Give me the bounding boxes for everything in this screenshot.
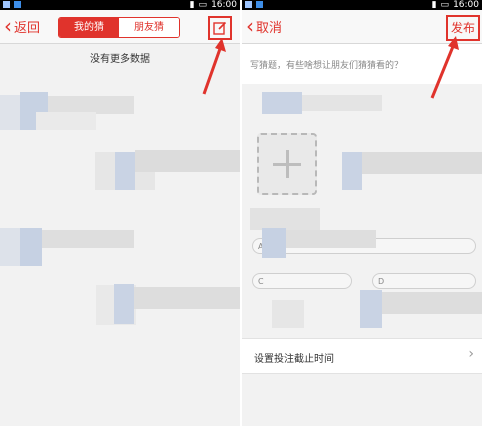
blurred-content <box>20 228 42 266</box>
tab-my-guesses[interactable]: 我的猜 <box>59 18 119 37</box>
blurred-content <box>302 95 382 111</box>
status-bar: ▮ ▭ 16:00 <box>242 0 482 10</box>
status-icon <box>14 1 21 8</box>
left-screen: ▮ ▭ 16:00 ‹ 返回 我的猜 朋友猜 没有更多数据 <box>0 0 240 426</box>
blurred-content <box>42 230 134 248</box>
blurred-content <box>262 228 286 258</box>
deadline-setting-row[interactable]: 设置投注截止时间 › <box>242 338 482 374</box>
annotation-arrow <box>202 38 226 95</box>
option-c-field[interactable]: C <box>252 273 352 289</box>
question-placeholder: 写猜题，有些啥想让朋友们猜猜看的？ <box>250 61 404 71</box>
chevron-left-icon: ‹ <box>4 14 12 38</box>
status-time: 16:00 <box>453 0 479 10</box>
back-button[interactable]: ‹ 返回 <box>4 16 40 36</box>
add-photo-button[interactable] <box>257 133 317 195</box>
chevron-left-icon: ‹ <box>246 14 254 38</box>
battery-icon: ▭ <box>440 0 450 10</box>
option-d-field[interactable]: D <box>372 273 476 289</box>
blurred-content <box>286 230 376 248</box>
blurred-content <box>362 152 482 174</box>
blurred-content <box>36 112 96 130</box>
blurred-content <box>115 152 135 190</box>
blurred-content <box>0 95 20 130</box>
chevron-right-icon: › <box>468 346 474 362</box>
plus-icon <box>286 150 289 178</box>
blurred-content <box>360 290 382 328</box>
back-label: 返回 <box>14 20 41 36</box>
battery-icon: ▭ <box>198 0 208 10</box>
blurred-content <box>0 228 20 266</box>
status-bar: ▮ ▭ 16:00 <box>0 0 240 10</box>
signal-icon: ▮ <box>189 0 195 10</box>
cancel-button[interactable]: ‹ 取消 <box>246 16 282 36</box>
blurred-content <box>262 92 302 114</box>
right-screen: ▮ ▭ 16:00 ‹ 取消 发布 写猜题，有些啥想让朋友们猜猜看的？ A C … <box>242 0 482 426</box>
blurred-content <box>250 208 320 230</box>
deadline-label: 设置投注截止时间 <box>254 354 334 365</box>
status-icon <box>245 1 252 8</box>
tab-friend-guesses[interactable]: 朋友猜 <box>119 18 179 37</box>
edit-icon <box>213 21 227 35</box>
status-icon <box>3 1 10 8</box>
blurred-content <box>272 300 304 328</box>
blurred-content <box>134 287 240 309</box>
blurred-content <box>135 150 240 172</box>
status-icon <box>256 1 263 8</box>
signal-icon: ▮ <box>431 0 437 10</box>
status-time: 16:00 <box>211 0 237 10</box>
annotation-arrow <box>430 36 459 99</box>
blurred-content <box>382 292 482 314</box>
cancel-label: 取消 <box>256 20 283 36</box>
blurred-content <box>342 152 362 190</box>
blurred-content <box>114 284 134 324</box>
segmented-tabs: 我的猜 朋友猜 <box>58 17 180 38</box>
